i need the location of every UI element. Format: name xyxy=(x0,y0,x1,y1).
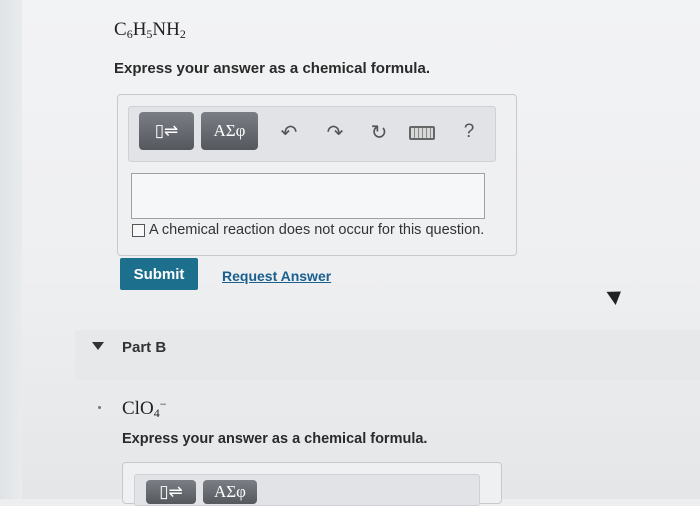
reset-icon[interactable]: ↻ xyxy=(366,119,392,145)
template-icon: ▯⇌ xyxy=(159,482,183,501)
part-b-title: Part B xyxy=(122,339,167,356)
part-a-instruction: Express your answer as a chemical formul… xyxy=(114,60,430,77)
help-icon[interactable]: ? xyxy=(456,119,482,145)
part-a-formula: C6H5NH2 xyxy=(114,19,186,41)
keyboard-icon[interactable] xyxy=(409,126,435,140)
redo-icon[interactable]: ↷ xyxy=(322,119,348,145)
greek-symbols-button-b[interactable]: ΑΣφ xyxy=(203,480,257,504)
submit-button[interactable]: Submit xyxy=(120,258,198,290)
templates-button[interactable]: ▯⇌ xyxy=(139,112,194,150)
template-icon: ▯⇌ xyxy=(154,121,179,140)
part-b-header[interactable] xyxy=(75,330,700,380)
chevron-down-icon[interactable] xyxy=(92,342,104,350)
greek-symbols-button[interactable]: ΑΣφ xyxy=(201,112,258,150)
answer-input[interactable] xyxy=(131,173,485,219)
no-reaction-checkbox[interactable] xyxy=(132,224,145,237)
bullet-dot xyxy=(98,406,101,409)
part-b-instruction: Express your answer as a chemical formul… xyxy=(122,431,428,447)
left-margin xyxy=(0,0,22,499)
request-answer-link[interactable]: Request Answer xyxy=(222,268,331,284)
part-b-formula: ClO4− xyxy=(122,397,167,420)
templates-button-b[interactable]: ▯⇌ xyxy=(146,480,196,504)
no-reaction-label: A chemical reaction does not occur for t… xyxy=(149,222,485,238)
undo-icon[interactable]: ↶ xyxy=(276,119,302,145)
